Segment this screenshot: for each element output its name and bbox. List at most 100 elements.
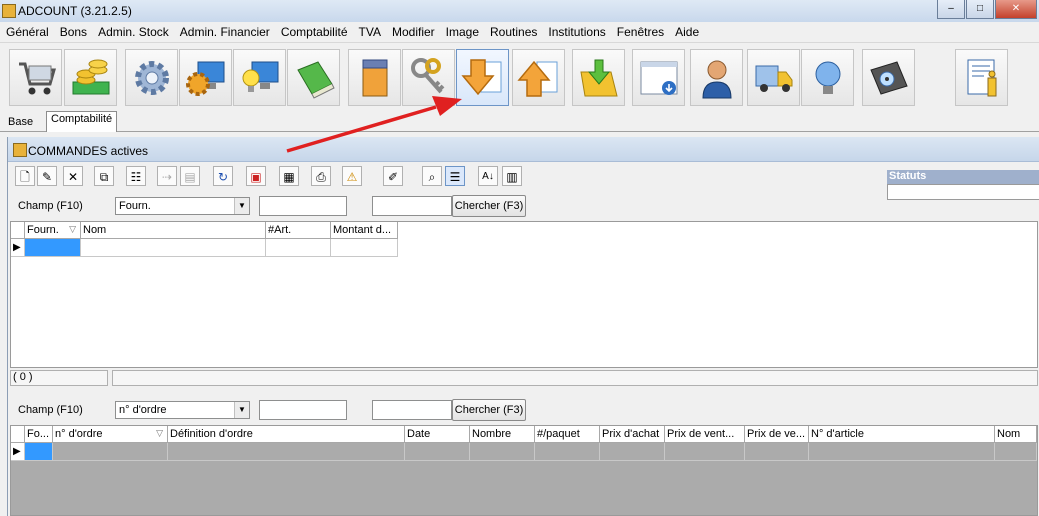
menu-tva[interactable]: TVA [353, 22, 386, 42]
copy-icon[interactable]: ⧉ [94, 166, 114, 186]
warning-icon[interactable]: ⚠ [342, 166, 362, 186]
info-button[interactable] [955, 49, 1008, 106]
menu-image[interactable]: Image [440, 22, 484, 42]
col-montant[interactable]: Montant d... [331, 222, 398, 239]
truck-button[interactable] [747, 49, 800, 106]
col-fo[interactable]: Fo... [25, 426, 53, 443]
table-cell[interactable] [535, 443, 600, 461]
maximize-button[interactable]: □ [966, 0, 994, 19]
arrow-down-icon [460, 58, 501, 95]
bulb-button[interactable] [801, 49, 854, 106]
chevron-down-icon[interactable]: ▼ [234, 402, 249, 418]
order-lines-grid[interactable]: Fo... n° d'ordre ▽ Définition d'ordre Dat… [10, 425, 1038, 516]
orders-grid[interactable]: Fourn. ▽ Nom #Art. Montant d... ▶ [10, 221, 1038, 368]
menu-admin-financier[interactable]: Admin. Financier [174, 22, 275, 42]
search-input[interactable] [259, 196, 347, 216]
statuts-list[interactable] [887, 184, 1039, 200]
list-view-icon[interactable]: ☰ [445, 166, 465, 186]
menu-routines[interactable]: Routines [484, 22, 542, 42]
disk-button[interactable] [862, 49, 915, 106]
transfer-icon[interactable]: ⇢ [157, 166, 177, 186]
search-input-2[interactable] [372, 196, 452, 216]
table-cell[interactable] [266, 239, 331, 257]
col-fourn[interactable]: Fourn. ▽ [25, 222, 81, 239]
coins-button[interactable] [64, 49, 117, 106]
pen-icon[interactable]: ✐ [383, 166, 403, 186]
table-cell[interactable] [809, 443, 995, 461]
find-icon[interactable]: ⌕ [422, 166, 442, 186]
field-select[interactable]: Fourn. ▼ [115, 197, 250, 215]
settings-button[interactable] [125, 49, 178, 106]
search-button-2[interactable]: Chercher (F3) [452, 399, 526, 421]
print-preview-icon[interactable]: ▤ [180, 166, 200, 186]
col-art[interactable]: #Art. [266, 222, 331, 239]
table-cell[interactable] [331, 239, 398, 257]
col-prix-ve[interactable]: Prix de ve... [745, 426, 809, 443]
cart-button[interactable] [9, 49, 62, 106]
col-date[interactable]: Date [405, 426, 470, 443]
field-select-2[interactable]: n° d'ordre ▼ [115, 401, 250, 419]
columns-icon[interactable]: ▥ [502, 166, 522, 186]
table-cell[interactable] [745, 443, 809, 461]
new-icon[interactable]: 🗋 [15, 166, 35, 186]
properties-icon[interactable]: ☷ [126, 166, 146, 186]
lightbulb-monitor-button[interactable] [233, 49, 286, 106]
delete-icon[interactable]: ✕ [63, 166, 83, 186]
jar-button[interactable] [348, 49, 401, 106]
menu-fenetres[interactable]: Fenêtres [611, 22, 669, 42]
close-button[interactable]: ✕ [995, 0, 1037, 19]
refresh-icon[interactable]: ↻ [213, 166, 233, 186]
col-article[interactable]: N° d'article [809, 426, 995, 443]
minimize-button[interactable]: – [937, 0, 965, 19]
chevron-down-icon[interactable]: ▼ [234, 198, 249, 214]
table-cell[interactable] [53, 443, 168, 461]
selected-cell[interactable] [25, 443, 53, 461]
table-cell[interactable] [665, 443, 745, 461]
calendar-icon[interactable]: ▦ [279, 166, 299, 186]
selected-cell[interactable] [25, 239, 81, 257]
status-bar-rest [112, 370, 1038, 386]
sort-icon[interactable]: A↓ [478, 166, 498, 186]
download-button[interactable] [456, 49, 509, 106]
menu-admin-stock[interactable]: Admin. Stock [92, 22, 174, 42]
table-cell[interactable] [81, 239, 266, 257]
import-button[interactable] [572, 49, 625, 106]
table-cell[interactable] [168, 443, 405, 461]
gear-monitor-icon [185, 61, 224, 96]
edit-icon[interactable]: ✎ [37, 166, 57, 186]
table-cell[interactable] [470, 443, 535, 461]
search-input-3[interactable] [259, 400, 347, 420]
menu-aide[interactable]: Aide [669, 22, 704, 42]
table-cell[interactable] [600, 443, 665, 461]
table-cell[interactable] [405, 443, 470, 461]
printer-icon[interactable]: ⎙ [311, 166, 331, 186]
col-ordre[interactable]: n° d'ordre ▽ [53, 426, 168, 443]
menu-general[interactable]: Général [0, 22, 54, 42]
keys-button[interactable] [402, 49, 455, 106]
menu-institutions[interactable]: Institutions [542, 22, 610, 42]
col-nom[interactable]: Nom [81, 222, 266, 239]
export-icon[interactable]: ▣ [246, 166, 266, 186]
download-window-button[interactable] [632, 49, 685, 106]
col-prix-vente[interactable]: Prix de vent... [665, 426, 745, 443]
col-nom-2[interactable]: Nom [995, 426, 1037, 443]
tab-base[interactable]: Base [4, 115, 37, 133]
user-button[interactable] [690, 49, 743, 106]
col-prix-achat[interactable]: Prix d'achat [600, 426, 665, 443]
search-button[interactable]: Chercher (F3) [452, 195, 526, 217]
col-paquet[interactable]: #/paquet [535, 426, 600, 443]
search-input-4[interactable] [372, 400, 452, 420]
book-button[interactable] [287, 49, 340, 106]
gear-monitor-button[interactable] [179, 49, 232, 106]
menu-modifier[interactable]: Modifier [386, 22, 440, 42]
row-header-corner [11, 222, 25, 239]
upload-button[interactable] [512, 49, 565, 106]
col-definition[interactable]: Définition d'ordre [168, 426, 405, 443]
table-cell[interactable] [995, 443, 1037, 461]
tab-comptabilite[interactable]: Comptabilité [46, 111, 118, 132]
menu-bons[interactable]: Bons [54, 22, 92, 42]
info-icon [967, 59, 996, 96]
menu-bar: Général Bons Admin. Stock Admin. Financi… [0, 22, 1039, 43]
col-nombre[interactable]: Nombre [470, 426, 535, 443]
menu-comptabilite[interactable]: Comptabilité [275, 22, 353, 42]
